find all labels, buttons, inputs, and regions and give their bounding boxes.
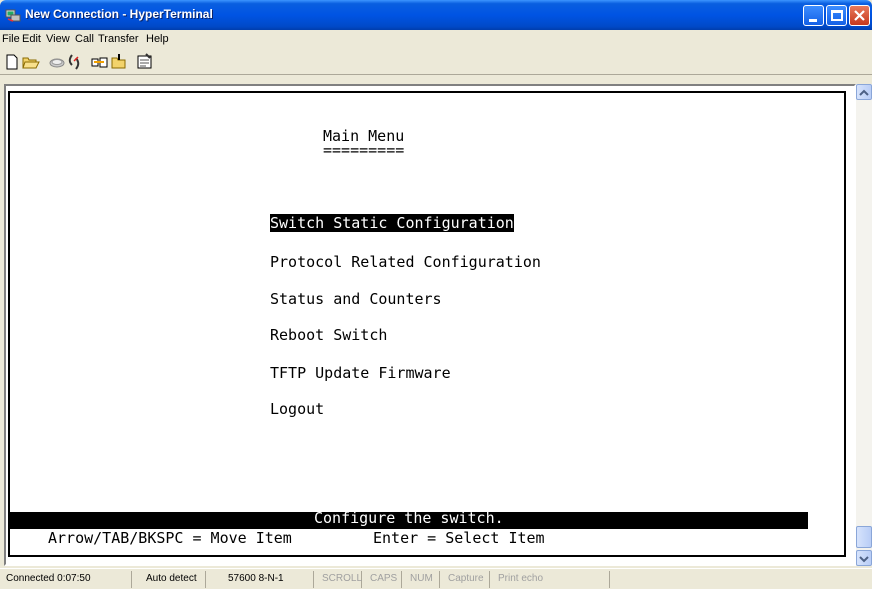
- scroll-down-button[interactable]: [856, 550, 872, 566]
- status-caps: CAPS: [366, 571, 402, 588]
- menu-help[interactable]: Help: [146, 33, 169, 45]
- minimize-icon: [809, 19, 817, 22]
- menu-option-switch-static-configuration[interactable]: Switch Static Configuration: [270, 214, 514, 232]
- close-button[interactable]: [849, 5, 870, 26]
- status-bar: Connected 0:07:50 Auto detect 57600 8-N-…: [0, 568, 872, 589]
- open-folder-icon[interactable]: [22, 53, 40, 71]
- terminal-screen[interactable]: Main Menu ========= Switch Static Config…: [8, 91, 846, 557]
- maximize-button[interactable]: [826, 5, 847, 26]
- chevron-down-icon: [859, 556, 869, 563]
- help-move-item: Arrow/TAB/BKSPC = Move Item: [48, 529, 292, 547]
- status-print-echo: Print echo: [494, 571, 610, 588]
- status-connected: Connected 0:07:50: [2, 571, 132, 588]
- menu-transfer[interactable]: Transfer: [98, 33, 139, 45]
- minimize-button[interactable]: [803, 5, 824, 26]
- menu-option-logout[interactable]: Logout: [270, 400, 324, 418]
- menu-option-status-and-counters[interactable]: Status and Counters: [270, 290, 442, 308]
- close-icon: [854, 10, 865, 21]
- status-scroll: SCROLL: [318, 571, 362, 588]
- status-message-bar: Configure the switch.: [10, 509, 808, 529]
- toolbar: [0, 49, 872, 75]
- menu-option-protocol-related-configuration[interactable]: Protocol Related Configuration: [270, 253, 541, 271]
- status-port-settings: 57600 8-N-1: [224, 571, 314, 588]
- new-document-icon[interactable]: [3, 53, 21, 71]
- status-auto-detect: Auto detect: [142, 571, 206, 588]
- menu-call[interactable]: Call: [75, 33, 94, 45]
- hyperterminal-icon: [5, 9, 21, 22]
- properties-icon[interactable]: [136, 53, 154, 71]
- vertical-scrollbar[interactable]: [856, 84, 872, 566]
- send-icon[interactable]: [91, 53, 109, 71]
- maximize-icon: [831, 10, 843, 21]
- chevron-up-icon: [859, 89, 869, 96]
- status-num: NUM: [406, 571, 440, 588]
- dial-icon[interactable]: [48, 53, 66, 71]
- menu-file[interactable]: File: [2, 33, 20, 45]
- status-capture: Capture: [444, 571, 490, 588]
- scroll-thumb[interactable]: [856, 526, 872, 548]
- disconnect-icon[interactable]: [66, 53, 84, 71]
- menu-bar: File Edit View Call Transfer Help: [0, 30, 872, 49]
- receive-icon[interactable]: [110, 53, 128, 71]
- menu-view[interactable]: View: [46, 33, 70, 45]
- menu-option-reboot-switch[interactable]: Reboot Switch: [270, 326, 387, 344]
- title-bar[interactable]: New Connection - HyperTerminal: [0, 0, 872, 30]
- menu-title-underline: =========: [323, 141, 405, 159]
- menu-option-tftp-update-firmware[interactable]: TFTP Update Firmware: [270, 364, 451, 382]
- menu-edit[interactable]: Edit: [22, 33, 41, 45]
- window-title: New Connection - HyperTerminal: [25, 7, 213, 21]
- status-message: Configure the switch.: [314, 509, 504, 527]
- scroll-up-button[interactable]: [856, 84, 872, 100]
- help-select-item: Enter = Select Item: [373, 529, 545, 547]
